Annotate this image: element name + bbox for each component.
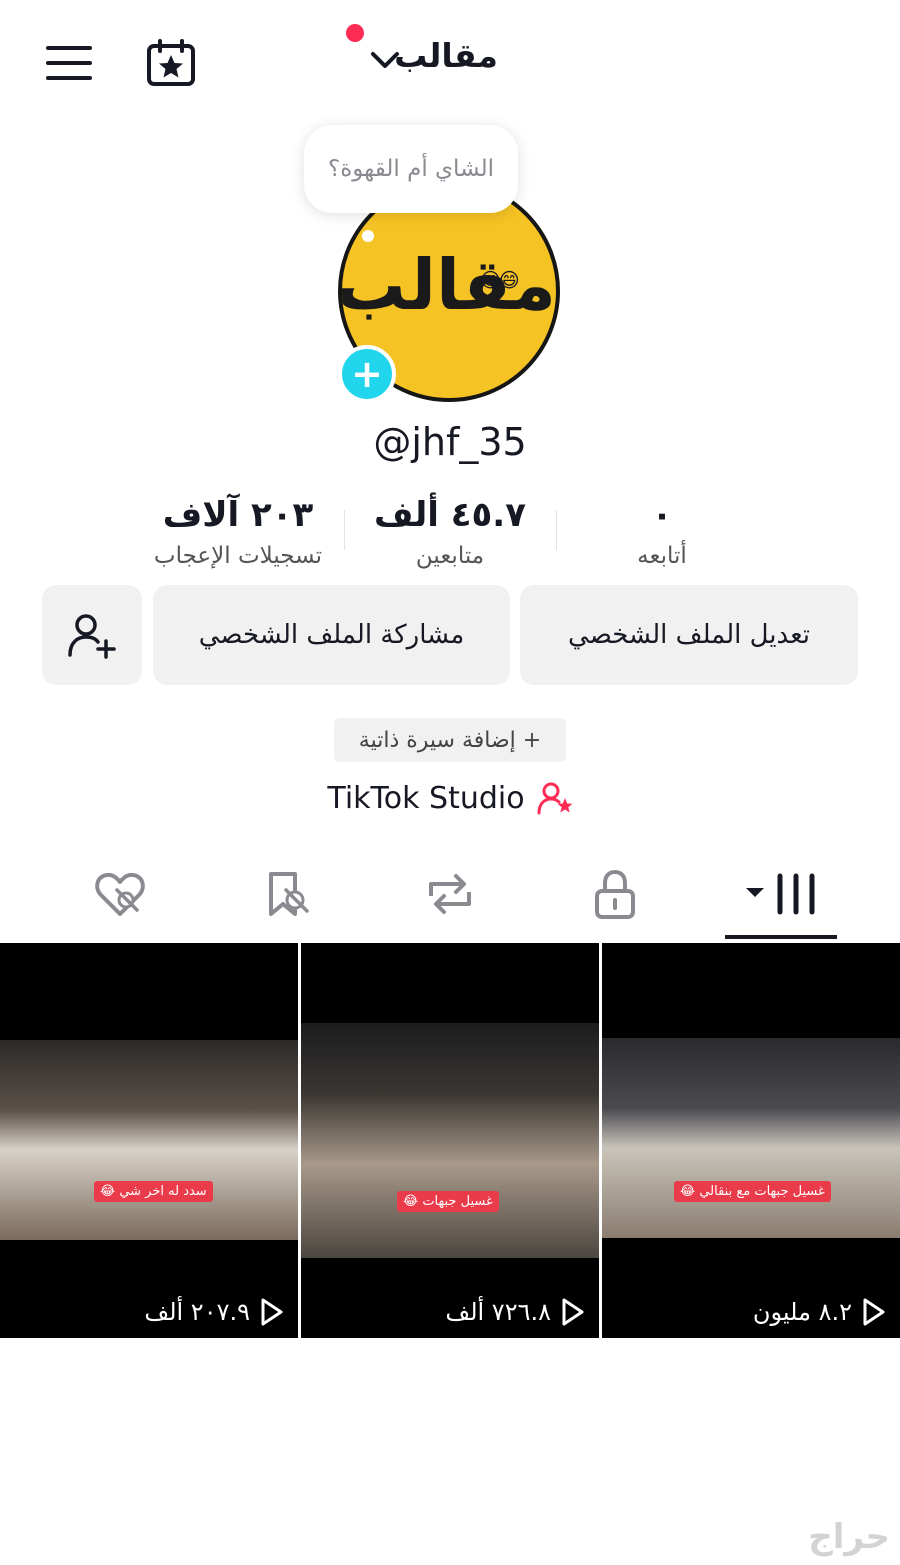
video-thumbnail[interactable]: غسيل جبهات مع بنقالي 😂 ٨.٢ مليون xyxy=(602,943,900,1338)
stat-following[interactable]: ٠ أتابعه xyxy=(552,495,772,569)
edit-profile-button[interactable]: تعديل الملف الشخصي xyxy=(520,585,858,685)
emoji-decoration: 😄😄 xyxy=(480,268,520,292)
notification-dot xyxy=(346,24,364,42)
grid-icon xyxy=(746,873,815,915)
video-caption: غسيل جبهات 😂 xyxy=(397,1191,499,1212)
note-bubble[interactable]: الشاي أم القهوة؟ xyxy=(304,125,518,213)
share-profile-button[interactable]: مشاركة الملف الشخصي xyxy=(153,585,510,685)
lock-icon xyxy=(595,869,635,919)
play-icon xyxy=(261,1298,283,1326)
video-thumbnail[interactable]: غسيل جبهات 😂 ٧٢٦.٨ ألف xyxy=(301,943,599,1338)
tab-favorites[interactable] xyxy=(258,868,318,920)
view-count-text: ٨.٢ مليون xyxy=(752,1298,852,1326)
view-count: ٨.٢ مليون xyxy=(753,1298,886,1326)
play-icon xyxy=(863,1298,885,1326)
add-user-icon xyxy=(68,614,116,659)
video-thumbnail[interactable]: سدد له اخر شي 😂 ٢٠٧.٩ ألف xyxy=(0,943,298,1338)
view-count: ٢٠٧.٩ ألف xyxy=(144,1298,284,1326)
studio-label: TikTok Studio xyxy=(327,780,525,816)
tab-private[interactable] xyxy=(585,868,645,920)
video-caption: سدد له اخر شي 😂 xyxy=(94,1181,213,1202)
view-count-text: ٧٢٦.٨ ألف xyxy=(445,1298,551,1326)
avatar-logo-text: مقالب xyxy=(338,244,556,326)
view-count-text: ٢٠٧.٩ ألف xyxy=(144,1298,250,1326)
note-bubble-tail xyxy=(362,230,374,242)
stat-value: ٢٠٣ آلاف xyxy=(162,495,314,535)
video-frame xyxy=(0,1040,298,1240)
stat-label: أتابعه xyxy=(637,543,687,569)
view-count: ٧٢٦.٨ ألف xyxy=(445,1298,585,1326)
heart-hidden-icon xyxy=(95,872,145,916)
menu-icon[interactable] xyxy=(46,44,92,82)
stat-label: تسجيلات الإعجاب xyxy=(153,543,323,569)
account-switcher[interactable]: مقالب xyxy=(340,24,560,90)
video-frame xyxy=(301,1023,599,1258)
repost-icon xyxy=(429,874,471,914)
calendar-star-icon[interactable] xyxy=(146,38,196,88)
video-caption: غسيل جبهات مع بنقالي 😂 xyxy=(674,1181,831,1202)
play-icon xyxy=(562,1298,584,1326)
username: @jhf_35 xyxy=(373,420,527,464)
stat-label: متابعين xyxy=(415,543,485,569)
add-avatar-button[interactable]: + xyxy=(338,345,396,403)
watermark-logo: حراج xyxy=(808,1517,890,1557)
bookmark-hidden-icon xyxy=(269,872,309,916)
video-frame xyxy=(602,1038,900,1238)
stat-followers[interactable]: ٤٥.٧ ألف متابعين xyxy=(340,495,560,569)
add-friend-button[interactable] xyxy=(42,585,142,685)
creator-star-icon xyxy=(537,782,573,815)
tab-liked[interactable] xyxy=(90,868,150,920)
tab-active-indicator xyxy=(725,935,837,939)
stat-value: ٠ xyxy=(651,495,673,535)
page-title: مقالب xyxy=(394,36,498,75)
tab-reposts[interactable] xyxy=(420,868,480,920)
add-bio-button[interactable]: + إضافة سيرة ذاتية xyxy=(334,718,566,762)
tab-videos[interactable] xyxy=(742,868,822,920)
stat-value: ٤٥.٧ ألف xyxy=(374,495,526,535)
tiktok-studio-link[interactable]: TikTok Studio xyxy=(0,780,900,816)
stat-likes[interactable]: ٢٠٣ آلاف تسجيلات الإعجاب xyxy=(128,495,348,569)
